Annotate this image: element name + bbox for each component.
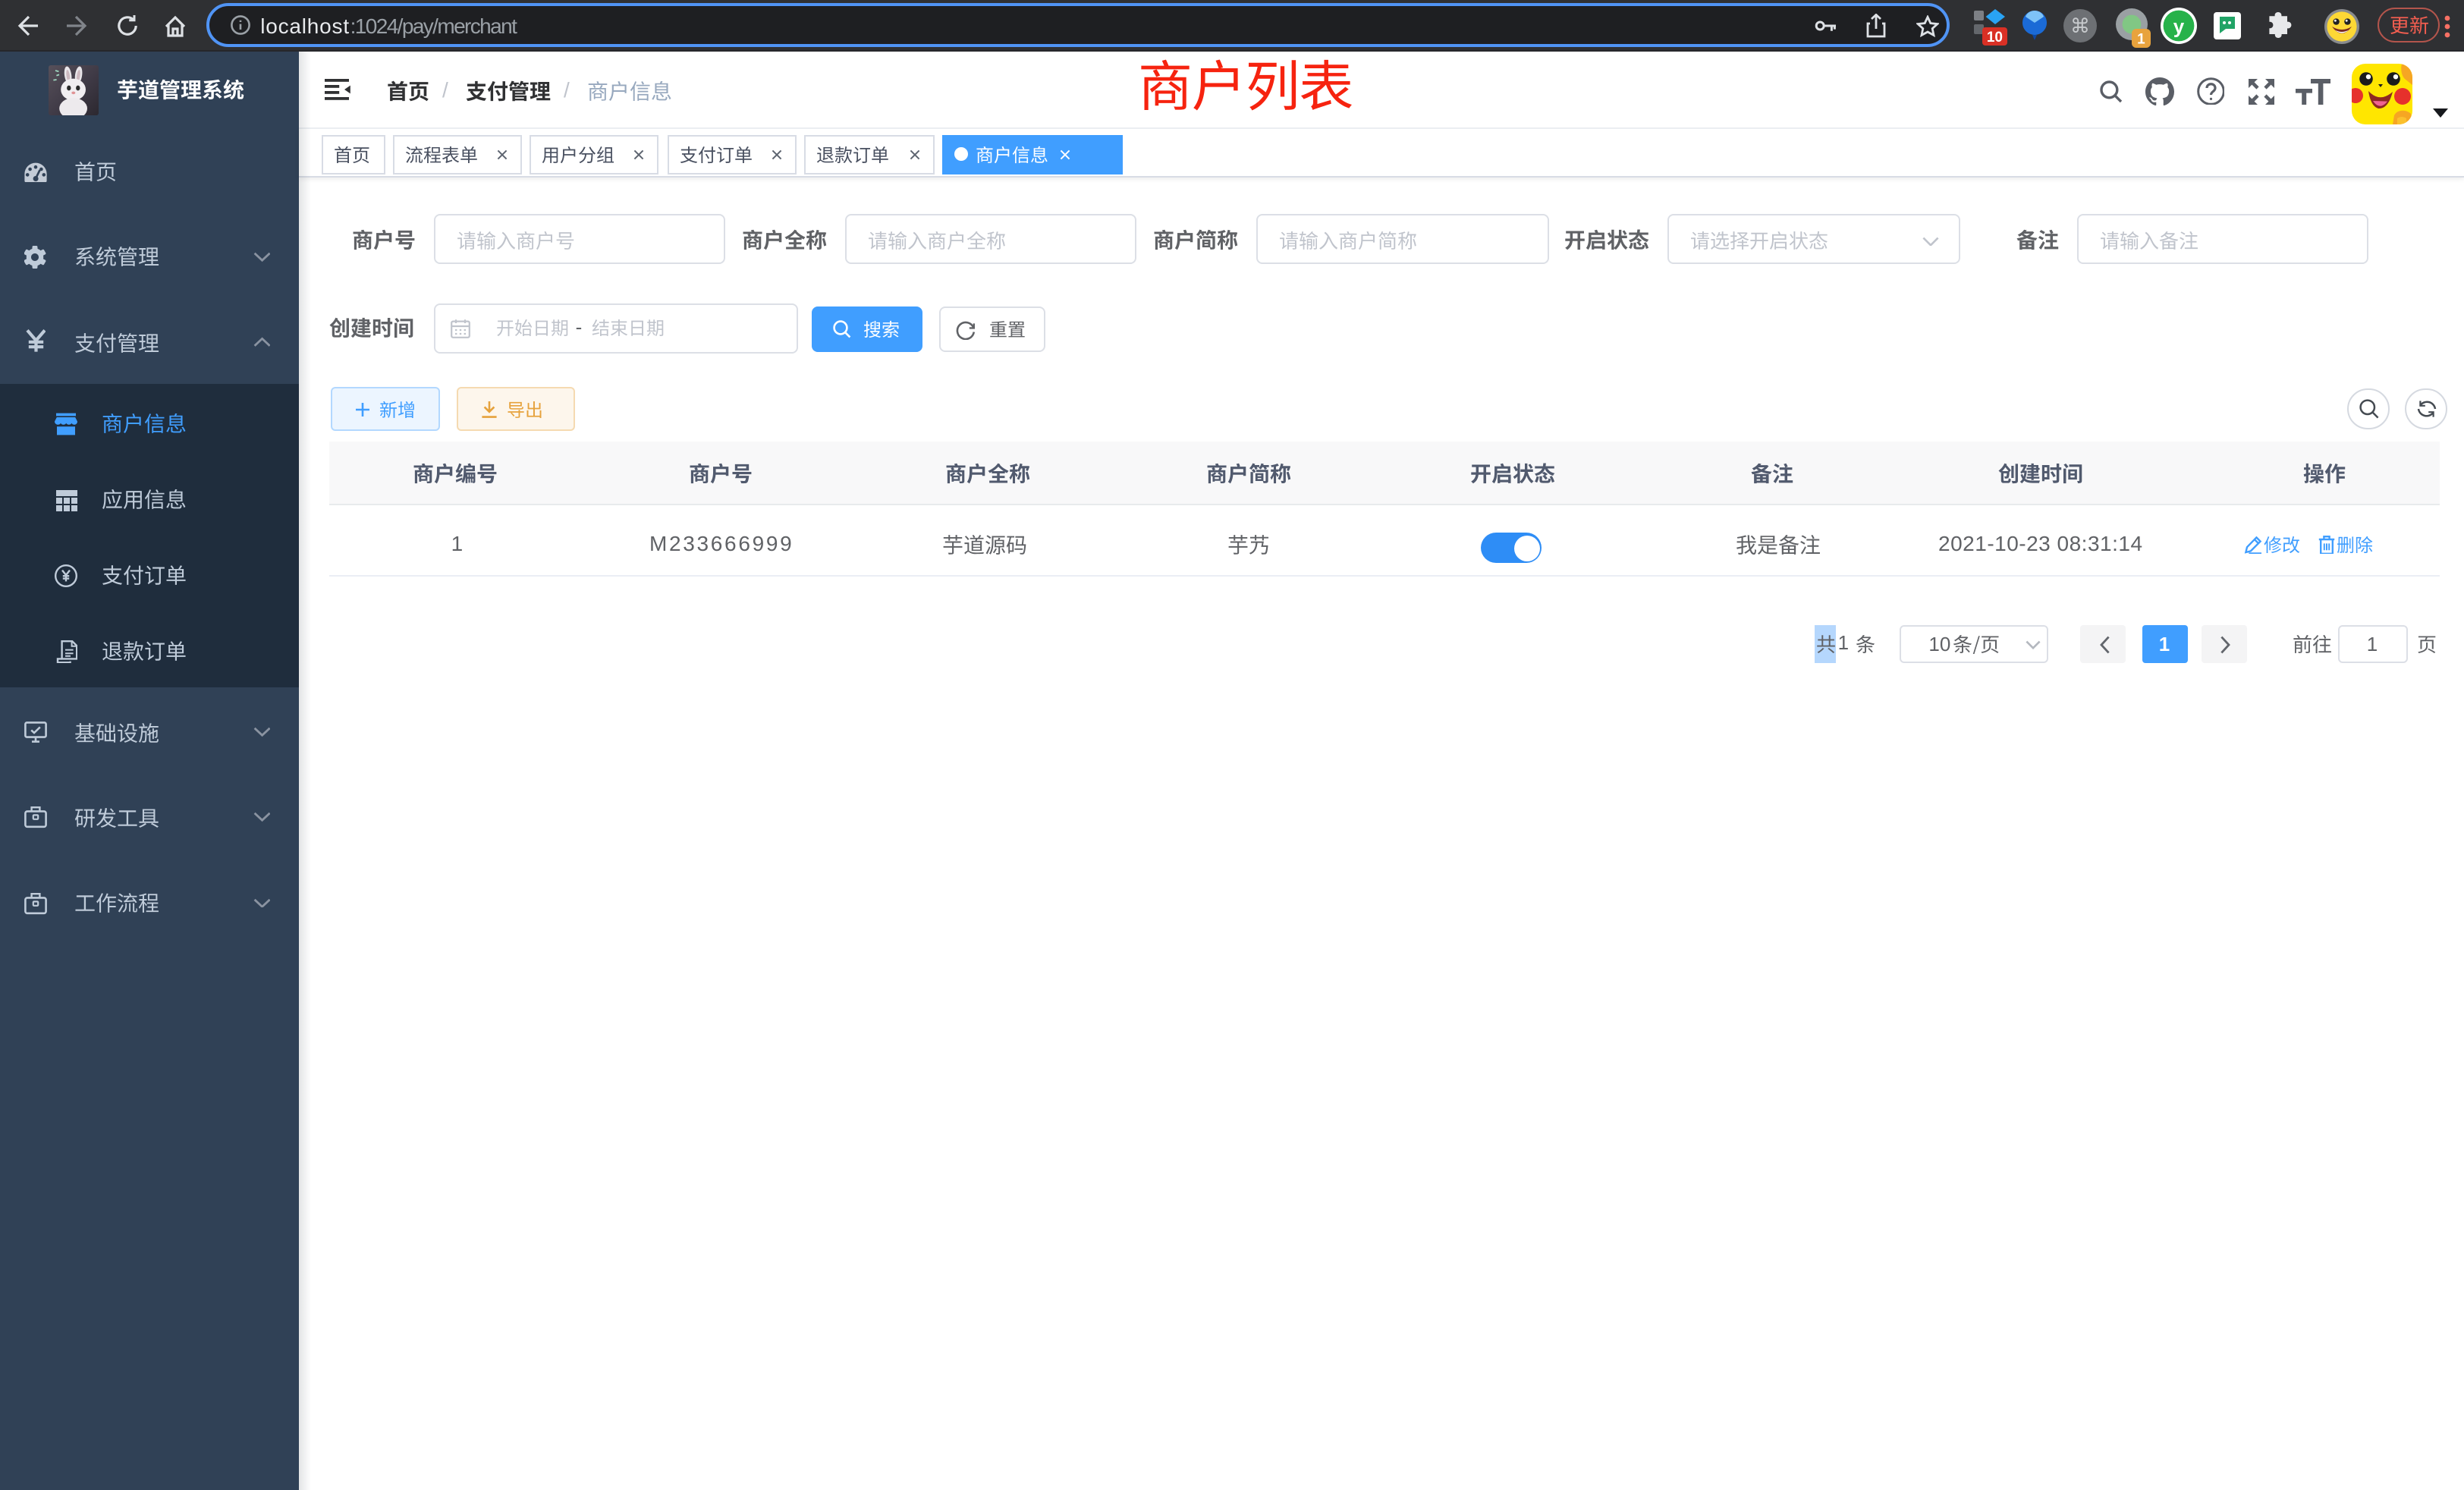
svg-text:y: y xyxy=(2173,14,2185,37)
svg-text:10: 10 xyxy=(1987,30,2003,46)
svg-text:1: 1 xyxy=(2137,31,2145,47)
svg-text:⌘: ⌘ xyxy=(2070,14,2090,37)
